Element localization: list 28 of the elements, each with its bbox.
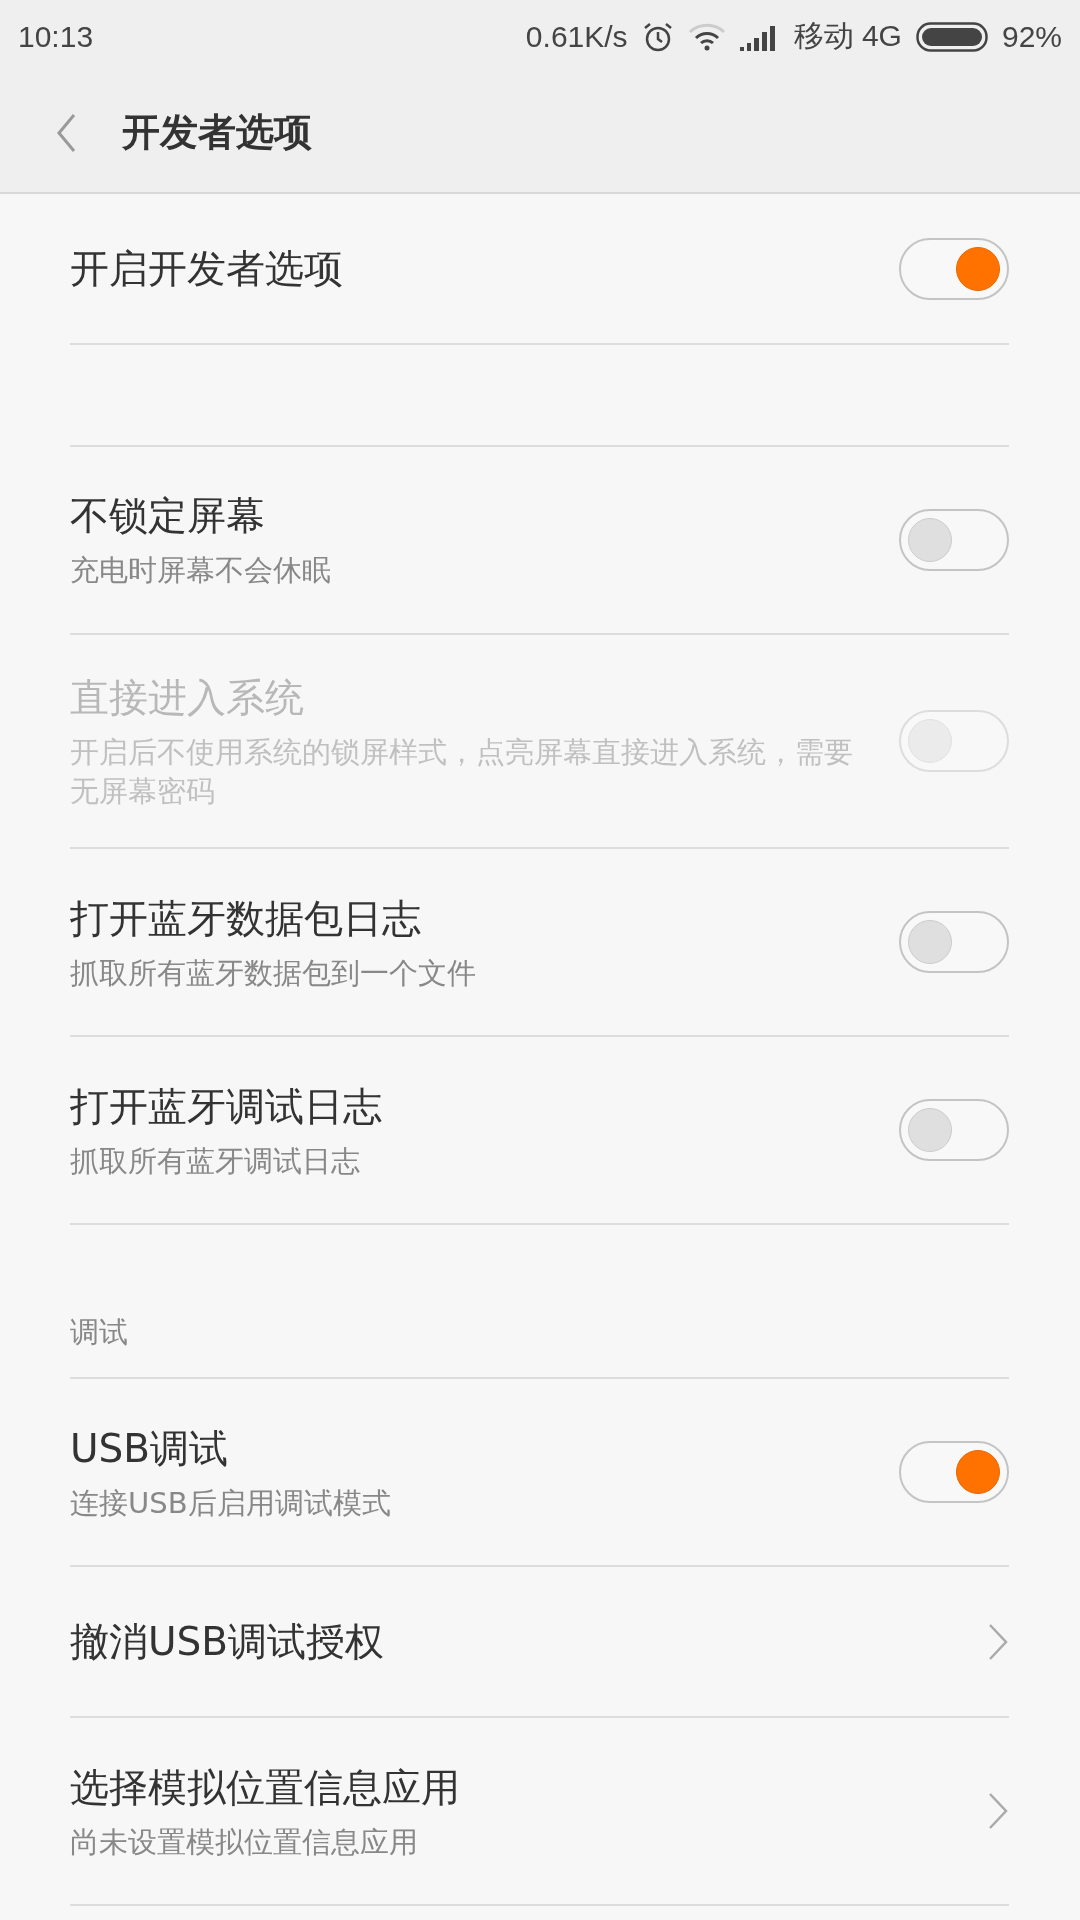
settings-row[interactable]: 选择模拟位置信息应用 尚未设置模拟位置信息应用 xyxy=(70,1718,1009,1907)
setting-summary: 连接USB后启用调试模式 xyxy=(70,1484,392,1522)
setting-title: 不锁定屏幕 xyxy=(70,492,266,541)
setting-summary: 充电时屏幕不会休眠 xyxy=(70,552,332,590)
setting-title: 打开蓝牙数据包日志 xyxy=(70,894,422,943)
settings-row[interactable]: USB调试 连接USB后启用调试模式 xyxy=(70,1379,1009,1568)
section-header: 调试 xyxy=(70,1314,128,1352)
setting-title: 开启开发者选项 xyxy=(70,244,344,293)
battery-percent: 92% xyxy=(1001,19,1062,54)
settings-row[interactable]: 打开蓝牙调试日志 抓取所有蓝牙调试日志 xyxy=(70,1037,1009,1226)
setting-summary: 抓取所有蓝牙数据包到一个文件 xyxy=(70,954,477,992)
carrier-label: 移动 4G xyxy=(793,18,902,54)
setting-summary: 抓取所有蓝牙调试日志 xyxy=(70,1142,361,1180)
network-speed: 0.61K/s xyxy=(525,19,628,54)
settings-row[interactable]: 打开蓝牙数据包日志 抓取所有蓝牙数据包到一个文件 xyxy=(70,849,1009,1038)
wifi-icon xyxy=(687,22,726,51)
setting-title: USB调试 xyxy=(70,1424,230,1473)
status-time: 10:13 xyxy=(18,19,94,54)
setting-title: 选择模拟位置信息应用 xyxy=(70,1763,461,1812)
setting-summary: 尚未设置模拟位置信息应用 xyxy=(70,1823,419,1861)
settings-row[interactable]: 不锁定屏幕 充电时屏幕不会休眠 xyxy=(70,447,1009,635)
settings-row[interactable]: 撤消USB调试授权 xyxy=(70,1567,1009,1719)
battery-icon xyxy=(915,21,988,52)
setting-title: 打开蓝牙调试日志 xyxy=(70,1082,383,1131)
settings-row[interactable]: 开启开发者选项 xyxy=(70,194,1009,345)
setting-title: 直接进入系统 xyxy=(70,674,305,722)
setting-title: 撤消USB调试授权 xyxy=(70,1617,386,1666)
page-title: 开发者选项 xyxy=(122,109,312,156)
